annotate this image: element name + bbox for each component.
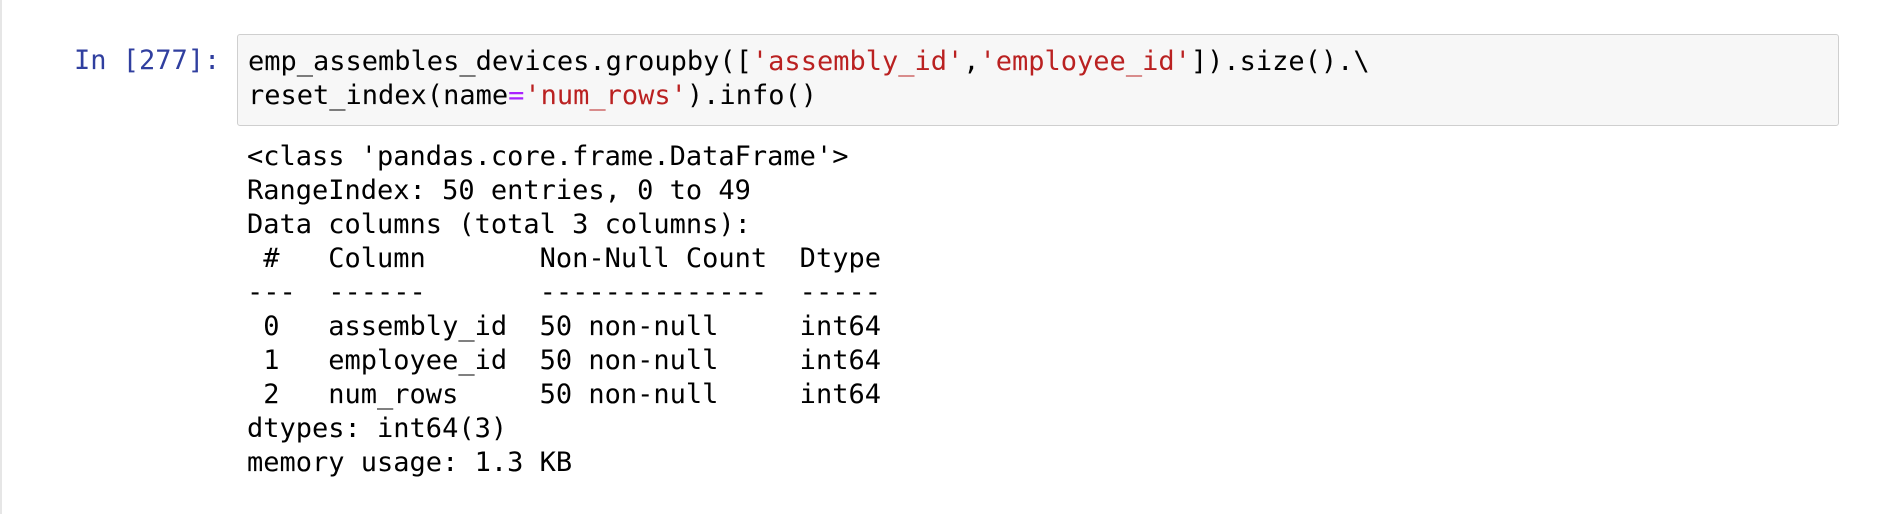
code-input-area[interactable]: emp_assembles_devices.groupby(['assembly… (237, 34, 1839, 126)
code-editor[interactable]: emp_assembles_devices.groupby(['assembly… (248, 45, 1370, 113)
output-line: <class 'pandas.core.frame.DataFrame'> (247, 141, 849, 172)
output-line: 2 num_rows 50 non-null int64 (247, 379, 881, 410)
output-line: # Column Non-Null Count Dtype (247, 243, 881, 274)
code-string-token: 'assembly_id' (751, 46, 964, 77)
code-line-2: reset_index(name='num_rows').info() (248, 80, 817, 111)
code-token: ]).size().\ (1190, 46, 1370, 77)
code-line-1: emp_assembles_devices.groupby(['assembly… (248, 46, 1370, 77)
code-string-token: 'num_rows' (524, 80, 687, 111)
input-prompt: In [277]: (74, 45, 221, 76)
code-token: , (963, 46, 980, 77)
output-line: dtypes: int64(3) (247, 413, 508, 444)
notebook-code-cell[interactable]: In [277]: emp_assembles_devices.groupby(… (0, 0, 1882, 514)
code-token: reset_index(name (248, 80, 509, 111)
code-string-token: 'employee_id' (979, 46, 1191, 77)
output-line: Data columns (total 3 columns): (247, 209, 751, 240)
output-line: memory usage: 1.3 KB (247, 447, 573, 478)
code-token: ).info() (686, 80, 817, 111)
output-line: --- ------ -------------- ----- (247, 277, 881, 308)
output-line: 1 employee_id 50 non-null int64 (247, 345, 881, 376)
output-line: 0 assembly_id 50 non-null int64 (247, 311, 881, 342)
output-line: RangeIndex: 50 entries, 0 to 49 (247, 175, 751, 206)
cell-output: <class 'pandas.core.frame.DataFrame'> Ra… (247, 140, 881, 480)
code-token: emp_assembles_devices.groupby([ (248, 46, 752, 77)
code-operator-token: = (508, 80, 525, 111)
